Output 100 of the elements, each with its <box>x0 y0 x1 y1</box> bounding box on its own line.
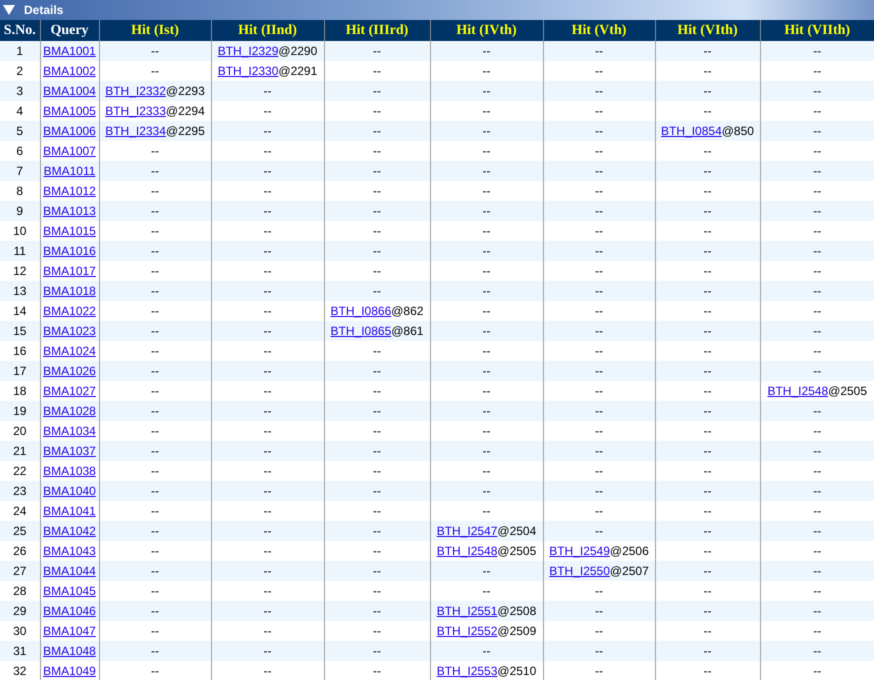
column-header: Hit (IVth) <box>430 20 543 41</box>
table-cell: -- <box>482 43 490 59</box>
hit-link[interactable]: BTH_I2548 <box>436 544 498 558</box>
hit-link[interactable]: BTH_I2549 <box>549 544 610 558</box>
query-link[interactable]: BMA1017 <box>43 264 96 278</box>
table-cell: -- <box>704 483 712 499</box>
hit-link[interactable]: BTH_I0866 <box>330 304 392 318</box>
table-cell: -- <box>704 363 712 379</box>
hit-link[interactable]: BTH_I0865 <box>330 324 392 338</box>
table-cell: -- <box>373 383 381 399</box>
table-cell: -- <box>595 463 603 479</box>
table-cell: 6 <box>0 141 40 161</box>
table-cell: -- <box>595 43 603 59</box>
table-cell: -- <box>704 43 712 59</box>
table-cell: -- <box>264 163 272 179</box>
table-cell: -- <box>704 243 712 259</box>
table-cell: -- <box>482 103 490 119</box>
table-cell: -- <box>813 323 822 339</box>
column-header: Hit (VIth) <box>655 20 760 41</box>
table-cell: -- <box>482 283 490 299</box>
hit-text: BTH_I2548@2505 <box>436 543 536 559</box>
table-cell: 30 <box>0 621 40 641</box>
hit-link[interactable]: BTH_I2333 <box>105 104 166 118</box>
table-cell: -- <box>704 583 712 599</box>
table-cell: -- <box>813 623 822 639</box>
table-cell: -- <box>151 443 159 459</box>
table-cell: -- <box>813 483 822 499</box>
table-cell: -- <box>813 643 822 659</box>
table-cell: 5 <box>0 121 40 141</box>
table-cell: -- <box>482 583 490 599</box>
hit-link[interactable]: BTH_I2332 <box>105 84 166 98</box>
table-cell: 7 <box>0 161 40 181</box>
hit-text: BTH_I2332@2293 <box>105 83 205 99</box>
table-cell: -- <box>595 323 603 339</box>
table-cell: -- <box>482 263 490 279</box>
table-cell: -- <box>595 483 603 499</box>
table-cell: -- <box>151 523 159 539</box>
table-cell: -- <box>813 423 822 439</box>
table-cell: -- <box>813 403 822 419</box>
hit-link[interactable]: BTH_I2334 <box>105 124 166 138</box>
table-cell: -- <box>151 163 159 179</box>
table-cell: -- <box>482 423 490 439</box>
table-cell: -- <box>151 323 159 339</box>
column-header: Hit (Ist) <box>99 20 211 41</box>
hit-link[interactable]: BTH_I2547 <box>436 524 498 538</box>
table-cell: -- <box>704 223 712 239</box>
table-cell: -- <box>704 463 712 479</box>
hit-link[interactable]: BTH_I0854 <box>661 124 722 138</box>
table-cell: 12 <box>0 261 40 281</box>
table-cell: 14 <box>0 301 40 321</box>
table-cell: 8 <box>0 181 40 201</box>
table-cell: -- <box>813 143 822 159</box>
table-cell: 20 <box>0 421 40 441</box>
table-cell: -- <box>704 163 712 179</box>
table-cell: -- <box>264 363 272 379</box>
table-cell: -- <box>595 603 603 619</box>
table-cell: -- <box>264 323 272 339</box>
table-cell: -- <box>704 83 712 99</box>
hit-link[interactable]: BTH_I2552 <box>436 624 498 638</box>
table-cell: -- <box>595 63 603 79</box>
table-cell: -- <box>482 383 490 399</box>
table-cell: -- <box>151 463 159 479</box>
table-cell: -- <box>704 503 712 519</box>
table-cell: -- <box>151 563 159 579</box>
table-cell: -- <box>813 163 822 179</box>
table-cell: -- <box>373 43 381 59</box>
table-cell: -- <box>595 523 603 539</box>
table-cell: 13 <box>0 281 40 301</box>
table-cell: -- <box>595 343 603 359</box>
table-cell: -- <box>482 83 490 99</box>
table-cell: -- <box>373 423 381 439</box>
hit-link[interactable]: BTH_I2330 <box>218 64 278 78</box>
table-cell: -- <box>151 583 159 599</box>
table-cell: -- <box>813 263 822 279</box>
table-cell: 16 <box>0 341 40 361</box>
table-cell: -- <box>813 83 822 99</box>
hit-link[interactable]: BTH_I2548 <box>767 384 828 398</box>
table-cell: 10 <box>0 221 40 241</box>
table-cell: -- <box>373 163 381 179</box>
table-cell: -- <box>373 643 381 659</box>
hit-link[interactable]: BTH_I2553 <box>436 664 498 678</box>
table-cell: -- <box>151 303 159 319</box>
table-cell: -- <box>264 303 272 319</box>
table-cell: -- <box>151 543 159 559</box>
column-header: Hit (IIIrd) <box>324 20 430 41</box>
hit-text: BTH_I2553@2510 <box>436 663 536 679</box>
hit-link[interactable]: BTH_I2550 <box>549 564 610 578</box>
table-cell: -- <box>595 623 603 639</box>
table-cell: -- <box>482 483 490 499</box>
table-cell: -- <box>373 143 381 159</box>
table-cell: -- <box>813 283 822 299</box>
hit-text: BTH_I2549@2506 <box>549 543 649 559</box>
collapse-triangle-icon[interactable] <box>2 3 16 17</box>
hit-text: BTH_I2548@2505 <box>767 383 868 399</box>
table-cell: -- <box>595 383 603 399</box>
table-cell: -- <box>151 503 159 519</box>
table-cell: -- <box>373 563 381 579</box>
hit-link[interactable]: BTH_I2329 <box>218 44 278 58</box>
table-cell: 27 <box>0 561 40 581</box>
hit-link[interactable]: BTH_I2551 <box>436 604 498 618</box>
